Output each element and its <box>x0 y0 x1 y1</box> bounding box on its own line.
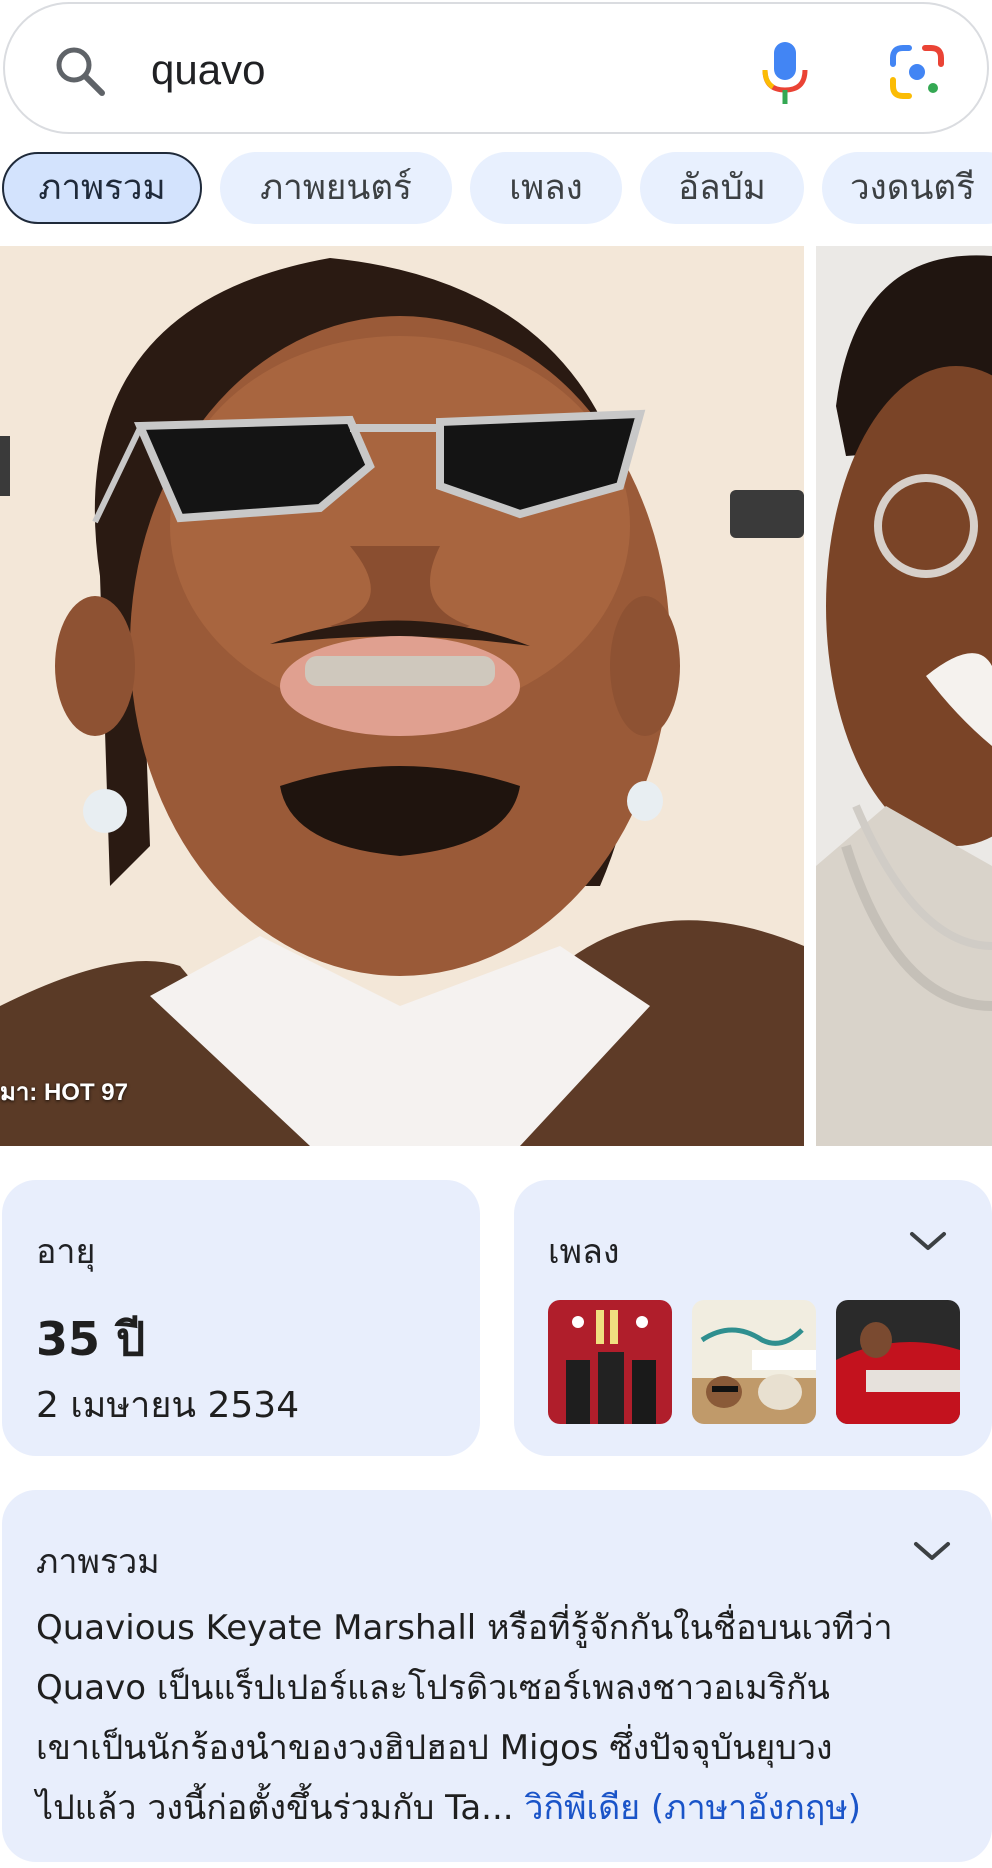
lens-icon[interactable] <box>889 44 945 100</box>
main-photo[interactable]: มา: HOT 97 <box>0 246 804 1146</box>
chevron-down-icon[interactable] <box>908 1226 948 1256</box>
secondary-photo[interactable] <box>816 246 992 1146</box>
overview-label: ภาพรวม <box>36 1542 160 1582</box>
songs-label: เพลง <box>548 1232 620 1272</box>
overview-line: เขาเป็นนักร้องนำของวงฮิปฮอป Migos ซึ่งปั… <box>36 1728 833 1768</box>
portrait-illustration <box>0 246 804 1146</box>
album-art-3 <box>836 1300 960 1424</box>
age-card[interactable]: อายุ 35 ปี 2 เมษายน 2534 <box>2 1180 480 1456</box>
overview-line-truncated: ไปแล้ว วงนี้ก่อตั้งขึ้นร่วมกับ Ta... <box>36 1788 514 1828</box>
filter-chips: ภาพรวม ภาพยนตร์ เพลง อัลบัม วงดนตรี <box>0 152 992 228</box>
wikipedia-link[interactable]: วิกิพีเดีย (ภาษาอังกฤษ) <box>524 1788 861 1828</box>
chip-overview[interactable]: ภาพรวม <box>2 152 202 224</box>
birth-date: 2 เมษายน 2534 <box>36 1385 300 1426</box>
overview-text: Quavious Keyate Marshall หรือที่รู้จักกั… <box>36 1598 976 1838</box>
overview-card[interactable]: ภาพรวม Quavious Keyate Marshall หรือที่ร… <box>2 1490 992 1862</box>
search-icon[interactable] <box>52 43 108 99</box>
chip-bands[interactable]: วงดนตรี <box>822 152 992 224</box>
overview-line: Quavo เป็นแร็ปเปอร์และโปรดิวเซอร์เพลงชาว… <box>36 1668 830 1708</box>
album-art-1 <box>548 1300 672 1424</box>
overview-line: ไปแล้ว วงนี้ก่อตั้งขึ้นร่วมกับ Ta... วิก… <box>36 1778 976 1838</box>
chevron-down-icon[interactable] <box>912 1536 952 1566</box>
photo-credit: มา: HOT 97 <box>0 1079 128 1106</box>
search-bar[interactable]: quavo <box>3 2 989 134</box>
search-input[interactable]: quavo <box>151 40 265 100</box>
album-thumbnail[interactable] <box>836 1300 960 1424</box>
songs-card[interactable]: เพลง <box>514 1180 992 1456</box>
album-thumbnail[interactable] <box>692 1300 816 1424</box>
chip-songs[interactable]: เพลง <box>470 152 622 224</box>
secondary-portrait-illustration <box>816 246 992 1146</box>
overview-line: Quavious Keyate Marshall หรือที่รู้จักกั… <box>36 1608 893 1648</box>
age-label: อายุ <box>36 1232 96 1272</box>
chip-movies[interactable]: ภาพยนตร์ <box>220 152 452 224</box>
mic-icon[interactable] <box>759 40 811 106</box>
album-thumbnail[interactable] <box>548 1300 672 1424</box>
age-value: 35 ปี <box>36 1312 146 1366</box>
chip-albums[interactable]: อัลบัม <box>640 152 804 224</box>
album-art-2 <box>692 1300 816 1424</box>
